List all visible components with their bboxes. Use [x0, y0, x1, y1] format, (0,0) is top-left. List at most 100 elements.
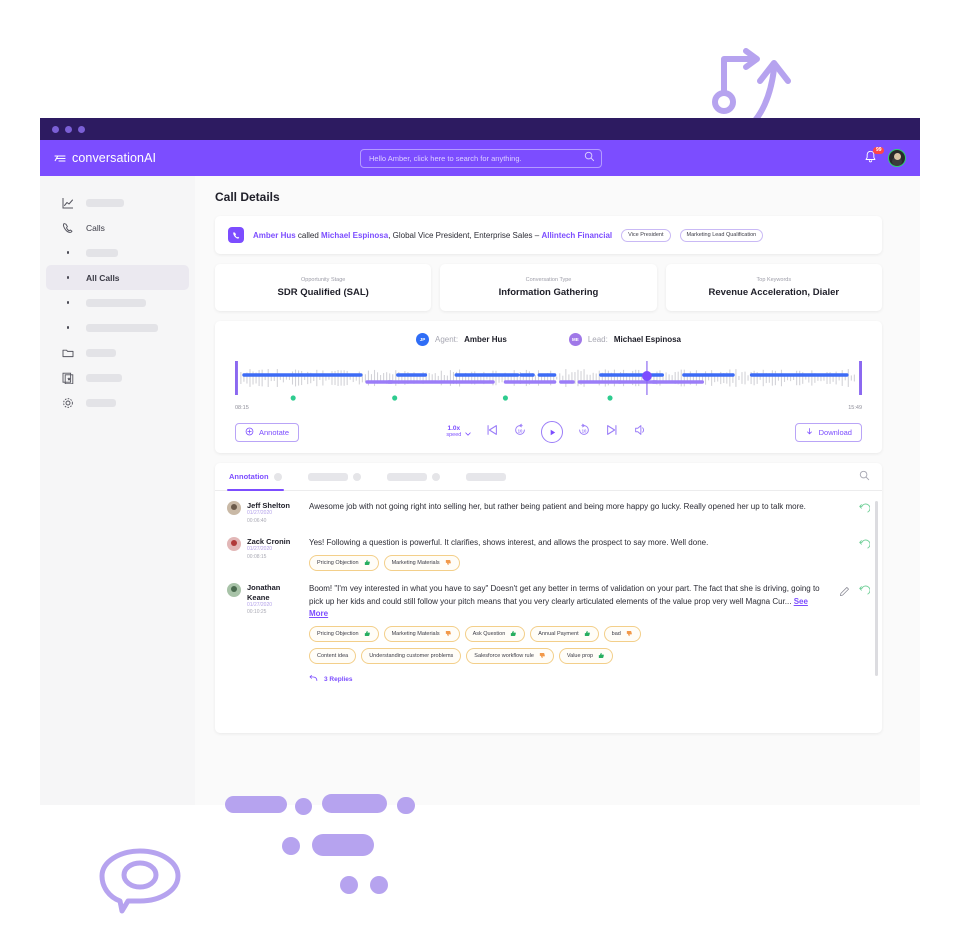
sidebar-item-label	[86, 298, 146, 307]
tag-ask-question[interactable]: Ask Question	[464, 626, 526, 643]
global-search[interactable]	[360, 148, 602, 168]
comment-timestamp: 00:06:40	[247, 517, 267, 524]
tab-label	[386, 472, 427, 481]
tag-value-prop[interactable]: Value prop	[558, 648, 614, 665]
window-maximize-dot[interactable]	[78, 125, 85, 133]
time-start: 08:15	[235, 405, 249, 411]
replies-label: 3 Replies	[324, 675, 353, 683]
comment-date: 01/27/2020	[247, 602, 273, 609]
chip-vice-president[interactable]: Vice President	[621, 228, 671, 242]
tag-salesforce-workflow-rule[interactable]: Salesforce workflow rule	[466, 648, 554, 665]
deco-pill	[397, 797, 415, 814]
comments-scrollbar[interactable]	[875, 501, 878, 676]
app-logo[interactable]: conversationAI	[54, 151, 156, 165]
tag-marketing-materials[interactable]: Marketing Materials	[383, 626, 460, 643]
phone-icon	[62, 222, 74, 234]
tag-content-idea[interactable]: Content idea	[309, 648, 357, 665]
window-close-dot[interactable]	[52, 125, 59, 133]
reply-icon[interactable]	[858, 584, 871, 602]
thumbs-up-icon	[598, 652, 605, 661]
tab-redacted-2[interactable]	[385, 463, 442, 491]
reply-icon[interactable]	[858, 538, 871, 556]
callee-link[interactable]: Michael Espinosa	[321, 231, 388, 240]
caller-link[interactable]: Amber Hus	[253, 231, 296, 240]
call-summary-bar: Amber Hus called Michael Espinosa, Globa…	[215, 216, 882, 254]
tag-label: Annual Payment	[538, 631, 579, 638]
tab-redacted-1[interactable]	[306, 463, 363, 491]
comment-text: Boom! "I'm vey interested in what you ha…	[309, 584, 820, 606]
avatar	[227, 536, 241, 551]
tab-redacted-3[interactable]	[464, 463, 508, 491]
search-input[interactable]	[369, 153, 584, 163]
tag-understanding-customer-problems[interactable]: Understanding customer problems	[361, 648, 462, 665]
chip-marketing-lead-qualification[interactable]: Marketing Lead Qualification	[679, 228, 764, 242]
stat-card-conversation-type: Conversation Type Information Gathering	[440, 264, 657, 311]
tag-marketing-materials[interactable]: Marketing Materials	[383, 555, 460, 572]
tag-pricing-objection[interactable]: Pricing Objection	[309, 626, 379, 643]
annotations-card: Annotation Jeff Shelton 01/27/2020 00:06…	[215, 463, 882, 733]
company-link[interactable]: Allintech Financial	[541, 231, 612, 240]
call-verb: called	[295, 230, 322, 240]
call-summary-text: Amber Hus called Michael Espinosa, Globa…	[253, 231, 612, 240]
window-minimize-dot[interactable]	[65, 125, 72, 133]
reply-icon[interactable]	[858, 502, 871, 520]
skip-previous-icon[interactable]	[485, 423, 499, 442]
thumbs-down-icon	[445, 630, 452, 639]
tag-label: Pricing Objection	[317, 560, 359, 567]
comment-tags: Pricing Objection Marketing Materials As…	[309, 626, 829, 643]
agent-name: Amber Hus	[464, 335, 507, 344]
sidebar-item-calls[interactable]: Calls	[46, 215, 189, 240]
tag-annual-payment[interactable]: Annual Payment	[530, 626, 599, 643]
bullet-icon	[62, 276, 74, 279]
forward-10-icon[interactable]: 10	[577, 423, 591, 442]
speaker-lead: ME Lead: Michael Espinosa	[568, 333, 681, 346]
comment-author: Jonathan Keane	[247, 583, 281, 602]
search-icon[interactable]	[584, 149, 595, 167]
rewind-10-icon[interactable]: 10	[513, 423, 527, 442]
waveform-track[interactable]	[235, 359, 862, 403]
sidebar-item-settings[interactable]	[46, 390, 189, 415]
sidebar-subitem-3[interactable]	[46, 290, 189, 315]
comment-item: Jonathan Keane 01/27/2020 00:10:25 Boom!…	[227, 583, 871, 684]
comment-timestamp: 00:08:15	[247, 553, 267, 560]
download-button[interactable]: Download	[794, 422, 862, 442]
tab-annotation[interactable]: Annotation	[227, 463, 284, 491]
volume-icon[interactable]	[633, 423, 647, 442]
annotate-label: Annotate	[259, 427, 290, 437]
tab-badge	[273, 472, 282, 481]
user-avatar[interactable]	[888, 149, 906, 167]
agent-role-label: Agent:	[435, 335, 459, 344]
playback-speed-dropdown[interactable]: 1.0x speed	[446, 423, 471, 441]
sidebar-item-folders[interactable]	[46, 340, 189, 365]
comments-list[interactable]: Jeff Shelton 01/27/2020 00:06:40 Awesome…	[215, 491, 882, 733]
sidebar-item-library[interactable]	[46, 365, 189, 390]
avatar	[227, 583, 241, 598]
bullet-icon	[62, 301, 74, 304]
sidebar-subitem-1[interactable]	[46, 240, 189, 265]
tag-label: Marketing Materials	[391, 631, 440, 638]
tag-label: Understanding customer problems	[369, 653, 454, 660]
sidebar-subitem-4[interactable]	[46, 315, 189, 340]
annotate-button[interactable]: Annotate	[235, 422, 300, 442]
time-end: 15:49	[848, 405, 862, 411]
main-content: Call Details Amber Hus called Michael Es…	[195, 176, 920, 805]
tag-pricing-objection[interactable]: Pricing Objection	[309, 555, 379, 572]
comment-text: Awesome job with not going right into se…	[309, 502, 806, 511]
reply-arrow-icon	[309, 674, 318, 684]
speakers-row: JP Agent: Amber Hus ME Lead: Michael Esp…	[227, 333, 870, 346]
chevron-down-icon	[465, 423, 471, 441]
deco-pill	[340, 876, 358, 894]
replies-link[interactable]: 3 Replies	[309, 674, 829, 684]
sidebar-item-all-calls[interactable]: All Calls	[46, 265, 189, 290]
skip-next-icon[interactable]	[605, 423, 619, 442]
play-button[interactable]	[541, 421, 564, 443]
edit-icon[interactable]	[839, 584, 850, 602]
browser-window: conversationAI 99	[40, 118, 920, 805]
tag-bad[interactable]: bad	[603, 626, 641, 643]
notifications-button[interactable]: 99	[864, 147, 884, 166]
tabs-search-icon[interactable]	[859, 468, 870, 486]
sidebar-item-analytics[interactable]	[46, 190, 189, 215]
comment-text-wrapper: Boom! "I'm vey interested in what you ha…	[309, 583, 829, 620]
deco-pill	[370, 876, 388, 894]
comment-item: Zack Cronin 01/27/2020 00:08:15 Yes! Fol…	[227, 536, 871, 572]
